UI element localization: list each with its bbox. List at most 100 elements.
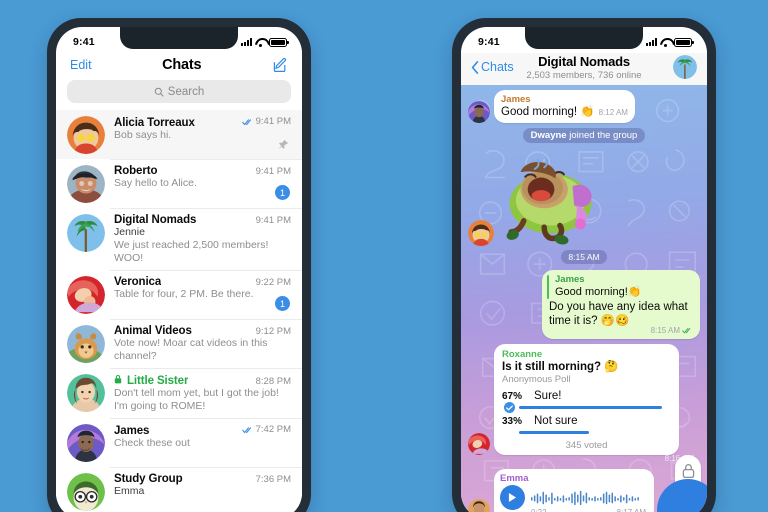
avatar: [67, 214, 105, 252]
reply-author: James: [555, 274, 585, 285]
voice-author: Emma: [500, 473, 529, 484]
message-text: Do you have any idea what time it is? 🤭🥴: [549, 301, 688, 327]
lock-icon: [682, 463, 694, 478]
back-label: Chats: [481, 60, 514, 74]
read-ticks-icon: [682, 328, 691, 334]
service-message: Dwayne joined the group: [522, 128, 646, 143]
status-bar-right: 9:41: [461, 27, 707, 53]
avatar: [67, 276, 105, 314]
list-item-message: Table for four, 2 PM. Be there.: [114, 288, 254, 300]
poll-option-percent: 67%: [502, 391, 523, 402]
poll-bar: [519, 431, 589, 434]
status-bar-left: 9:41: [56, 27, 302, 53]
sleepy-avocado-sticker[interactable]: [497, 148, 615, 248]
search-icon: [154, 87, 164, 97]
voice-duration: 0:22: [531, 508, 547, 512]
cellular-bars-icon: [241, 38, 252, 46]
sticker-message[interactable]: [468, 148, 700, 248]
list-item-time: 9:41 PM: [241, 116, 291, 127]
list-item-name: Roberto: [114, 165, 158, 177]
waveform[interactable]: [531, 490, 646, 506]
list-item[interactable]: Alicia Torreaux 9:41 PM Bob says hi.: [56, 110, 302, 159]
list-item-name: Alicia Torreaux: [114, 116, 195, 129]
wifi-icon: [660, 38, 671, 47]
poll-author: Roxanne: [502, 349, 543, 360]
read-ticks-icon: [241, 118, 251, 125]
list-item-message: Bob says hi.: [114, 128, 172, 141]
poll-selected-check-icon: [504, 402, 515, 413]
status-time: 9:41: [73, 36, 95, 48]
list-item-sender: Emma: [114, 485, 145, 497]
message-author: James: [501, 94, 531, 105]
list-item-sender: Jennie: [114, 226, 145, 238]
reaction-avatar: [468, 220, 494, 246]
poll-option[interactable]: 33% Not sure: [502, 415, 671, 438]
poll-option-percent: 33%: [502, 416, 523, 427]
list-item[interactable]: Little Sister 8:28 PM Don't tell mom yet…: [56, 368, 302, 418]
search-placeholder: Search: [167, 85, 205, 98]
group-avatar[interactable]: [673, 55, 697, 79]
poll-card[interactable]: Roxanne Is it still morning? 🤔 Anonymous…: [494, 344, 679, 455]
avatar: [468, 433, 490, 455]
list-item-time: 9:22 PM: [255, 277, 291, 288]
message-bubble[interactable]: James Good morning!👏 Do you have any ide…: [542, 270, 700, 339]
edit-button[interactable]: Edit: [70, 58, 92, 72]
list-item[interactable]: Animal Videos 9:12 PM Vote now! Moar cat…: [56, 319, 302, 368]
list-item-time: 8:28 PM: [255, 376, 291, 387]
status-time: 9:41: [478, 36, 500, 48]
wifi-icon: [255, 38, 266, 47]
avatar: [468, 101, 490, 123]
list-item[interactable]: Digital Nomads 9:41 PM Jennie We just re…: [56, 208, 302, 270]
compose-icon[interactable]: [272, 57, 288, 73]
list-item-time: 7:42 PM: [241, 424, 291, 435]
search-input[interactable]: Search: [67, 80, 291, 103]
voice-time: 8:17 AM: [617, 508, 646, 512]
list-item-time: 9:12 PM: [255, 326, 291, 337]
message-incoming[interactable]: James Good morning! 👏 8:12 AM: [468, 90, 700, 123]
play-icon[interactable]: [500, 485, 525, 510]
list-item-name: Little Sister: [127, 375, 189, 387]
poll-option[interactable]: 67% Sure!: [502, 390, 671, 413]
message-poll[interactable]: Roxanne Is it still morning? 🤔 Anonymous…: [468, 344, 700, 455]
list-item[interactable]: Roberto 9:41 PM Say hello to Alice. 1: [56, 159, 302, 208]
list-item-message: We just reached 2,500 members! WOO!: [114, 239, 269, 264]
message-bubble[interactable]: James Good morning! 👏 8:12 AM: [494, 90, 635, 123]
poll-kind: Anonymous Poll: [502, 374, 571, 385]
avatar: [67, 473, 105, 511]
time-divider: 8:15 AM: [561, 250, 607, 264]
list-item-message: Don't tell mom yet, but I got the job! I…: [114, 387, 279, 412]
poll-bar: [519, 406, 662, 409]
list-item[interactable]: Study Group 7:36 PM Emma: [56, 467, 302, 512]
message-list[interactable]: James Good morning! 👏 8:12 AM Dwayne joi…: [461, 85, 707, 512]
list-item-name: Digital Nomads: [114, 214, 197, 226]
back-button[interactable]: Chats: [471, 60, 514, 74]
service-user: Dwayne: [530, 130, 567, 141]
reply-quote-bar: [547, 275, 549, 299]
chat-list[interactable]: Alicia Torreaux 9:41 PM Bob says hi. Rob…: [56, 110, 302, 512]
read-ticks-icon: [241, 426, 251, 433]
avatar: [67, 116, 105, 154]
message-text: Good morning! 👏: [501, 106, 595, 118]
poll-option-label: Sure!: [534, 390, 562, 402]
message-time: 8:15 AM: [650, 326, 680, 335]
chats-navbar: Edit Chats: [56, 53, 302, 80]
list-item[interactable]: Veronica 9:22 PM Table for four, 2 PM. B…: [56, 270, 302, 319]
message-outgoing[interactable]: James Good morning!👏 Do you have any ide…: [468, 270, 700, 339]
avatar: [67, 374, 105, 412]
search-bar-container: Search: [56, 80, 302, 110]
battery-icon: [269, 37, 289, 47]
list-item-name: Study Group: [114, 473, 183, 485]
list-item[interactable]: James 7:42 PM Check these out: [56, 418, 302, 467]
chat-background: James Good morning! 👏 8:12 AM Dwayne joi…: [461, 85, 707, 512]
list-item-time: 9:41 PM: [255, 215, 291, 226]
chat-navbar: Chats Digital Nomads 2,503 members, 736 …: [461, 53, 707, 85]
service-text: joined the group: [566, 130, 638, 141]
list-item-message: Check these out: [114, 436, 190, 449]
voice-card[interactable]: Emma: [494, 469, 654, 512]
list-item-name: Veronica: [114, 276, 162, 288]
lock-icon: [114, 375, 122, 384]
avatar: [468, 499, 490, 512]
poll-option-label: Not sure: [534, 415, 578, 427]
list-item-message: Say hello to Alice.: [114, 177, 197, 189]
unread-badge: 1: [275, 185, 290, 200]
